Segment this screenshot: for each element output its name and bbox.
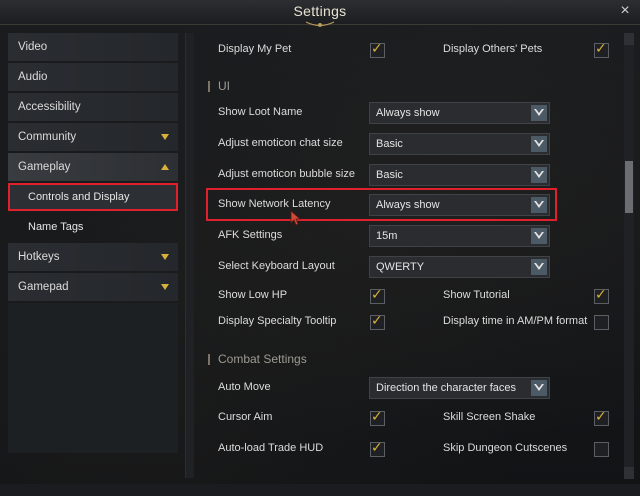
chevron-down-icon (531, 259, 547, 275)
emoticon-bubble-size-label: Adjust emoticon bubble size (218, 168, 355, 180)
sidebar-item-label: Name Tags (28, 221, 84, 233)
sidebar-item-gamepad[interactable]: Gamepad (8, 273, 178, 301)
show-tutorial-label: Show Tutorial (443, 289, 510, 301)
section-header-combat: Combat Settings (208, 352, 307, 366)
settings-content: Display My Pet Display Others' Pets UI S… (200, 33, 620, 479)
setting-row: Display My Pet Display Others' Pets (200, 35, 610, 65)
cursor-aim-label: Cursor Aim (218, 411, 273, 423)
cursor-aim-checkbox[interactable] (370, 408, 385, 426)
afk-settings-dropdown[interactable]: 15m (369, 225, 550, 247)
close-icon[interactable]: × (616, 2, 634, 20)
chevron-down-icon (531, 105, 547, 121)
sidebar-item-accessibility[interactable]: Accessibility (8, 93, 178, 121)
skill-screen-shake-checkbox[interactable] (594, 408, 609, 426)
chevron-down-icon (531, 380, 547, 396)
chevron-down-icon (531, 228, 547, 244)
chevron-down-icon (161, 284, 169, 290)
mouse-cursor-icon (290, 210, 302, 226)
chevron-down-icon (531, 197, 547, 213)
ampm-format-label: Display time in AM/PM format (443, 315, 588, 327)
sidebar-item-community[interactable]: Community (8, 123, 178, 151)
sidebar-item-label: Audio (18, 71, 48, 83)
title-bar: Settings × (0, 0, 640, 27)
sidebar-item-hotkeys[interactable]: Hotkeys (8, 243, 178, 271)
scroll-down-icon[interactable] (624, 467, 634, 479)
ampm-format-checkbox[interactable] (594, 315, 609, 330)
skip-dungeon-cutscenes-checkbox[interactable] (594, 442, 609, 457)
setting-row: Cursor Aim Skill Screen Shake (200, 403, 610, 433)
chevron-down-icon (161, 134, 169, 140)
show-loot-name-label: Show Loot Name (218, 106, 303, 118)
show-network-latency-dropdown[interactable]: Always show (369, 194, 550, 216)
specialty-tooltip-checkbox[interactable] (370, 312, 385, 330)
auto-load-trade-hud-label: Auto-load Trade HUD (218, 442, 324, 454)
sidebar-item-label: Controls and Display (28, 191, 130, 203)
sidebar-item-controls-and-display[interactable]: Controls and Display (8, 183, 178, 211)
chevron-down-icon (531, 167, 547, 183)
emoticon-bubble-size-dropdown[interactable]: Basic (369, 164, 550, 186)
auto-move-label: Auto Move (218, 381, 271, 393)
chevron-up-icon (161, 164, 169, 170)
sidebar-item-gameplay[interactable]: Gameplay (8, 153, 178, 181)
setting-row: Show Network Latency Always show (200, 190, 610, 220)
setting-row: Select Keyboard Layout QWERTY (200, 252, 610, 282)
chevron-down-icon (531, 136, 547, 152)
setting-row: Show Loot Name Always show (200, 98, 610, 128)
sidebar-item-name-tags[interactable]: Name Tags (8, 213, 178, 241)
sidebar-item-label: Video (18, 41, 48, 53)
window-title: Settings (293, 3, 347, 19)
bottom-bar (0, 484, 640, 496)
show-tutorial-checkbox[interactable] (594, 286, 609, 304)
skill-screen-shake-label: Skill Screen Shake (443, 411, 536, 423)
show-network-latency-label: Show Network Latency (218, 198, 331, 210)
sidebar-item-label: Gameplay (18, 161, 71, 173)
sidebar-item-label: Gamepad (18, 281, 69, 293)
scroll-up-icon[interactable] (624, 33, 634, 45)
show-low-hp-checkbox[interactable] (370, 286, 385, 304)
display-others-pets-label: Display Others' Pets (443, 43, 543, 55)
sidebar-item-label: Community (18, 131, 77, 143)
sidebar-item-audio[interactable]: Audio (8, 63, 178, 91)
sidebar-item-label: Accessibility (18, 101, 81, 113)
sidebar-item-label: Hotkeys (18, 251, 60, 263)
show-loot-name-dropdown[interactable]: Always show (369, 102, 550, 124)
ornament-icon (305, 21, 335, 27)
skip-dungeon-cutscenes-label: Skip Dungeon Cutscenes (443, 442, 568, 454)
section-header-ui: UI (208, 79, 230, 93)
settings-sidebar: Video Audio Accessibility Community Game… (8, 33, 178, 453)
setting-row: Auto-load Trade HUD Skip Dungeon Cutscen… (200, 434, 610, 464)
setting-row: Adjust emoticon bubble size Basic (200, 160, 610, 190)
sidebar-empty-area (8, 303, 178, 453)
emoticon-chat-size-dropdown[interactable]: Basic (369, 133, 550, 155)
setting-row: Display Specialty Tooltip Display time i… (200, 307, 610, 337)
auto-move-dropdown[interactable]: Direction the character faces (369, 377, 550, 399)
auto-load-trade-hud-checkbox[interactable] (370, 439, 385, 457)
content-scrollbar[interactable] (624, 33, 634, 479)
afk-settings-label: AFK Settings (218, 229, 283, 241)
display-my-pet-checkbox[interactable] (370, 40, 385, 58)
show-low-hp-label: Show Low HP (218, 289, 288, 301)
sidebar-item-video[interactable]: Video (8, 33, 178, 61)
emoticon-chat-size-label: Adjust emoticon chat size (218, 137, 343, 149)
specialty-tooltip-label: Display Specialty Tooltip (218, 315, 337, 327)
setting-row: Adjust emoticon chat size Basic (200, 129, 610, 159)
setting-row: AFK Settings 15m (200, 221, 610, 251)
display-my-pet-label: Display My Pet (218, 43, 292, 55)
scrollbar-thumb[interactable] (625, 161, 633, 213)
display-others-pets-checkbox[interactable] (594, 40, 609, 58)
keyboard-layout-dropdown[interactable]: QWERTY (369, 256, 550, 278)
keyboard-layout-label: Select Keyboard Layout (218, 260, 335, 272)
panel-divider (185, 33, 194, 478)
chevron-down-icon (161, 254, 169, 260)
setting-row: Auto Move Direction the character faces (200, 373, 610, 403)
